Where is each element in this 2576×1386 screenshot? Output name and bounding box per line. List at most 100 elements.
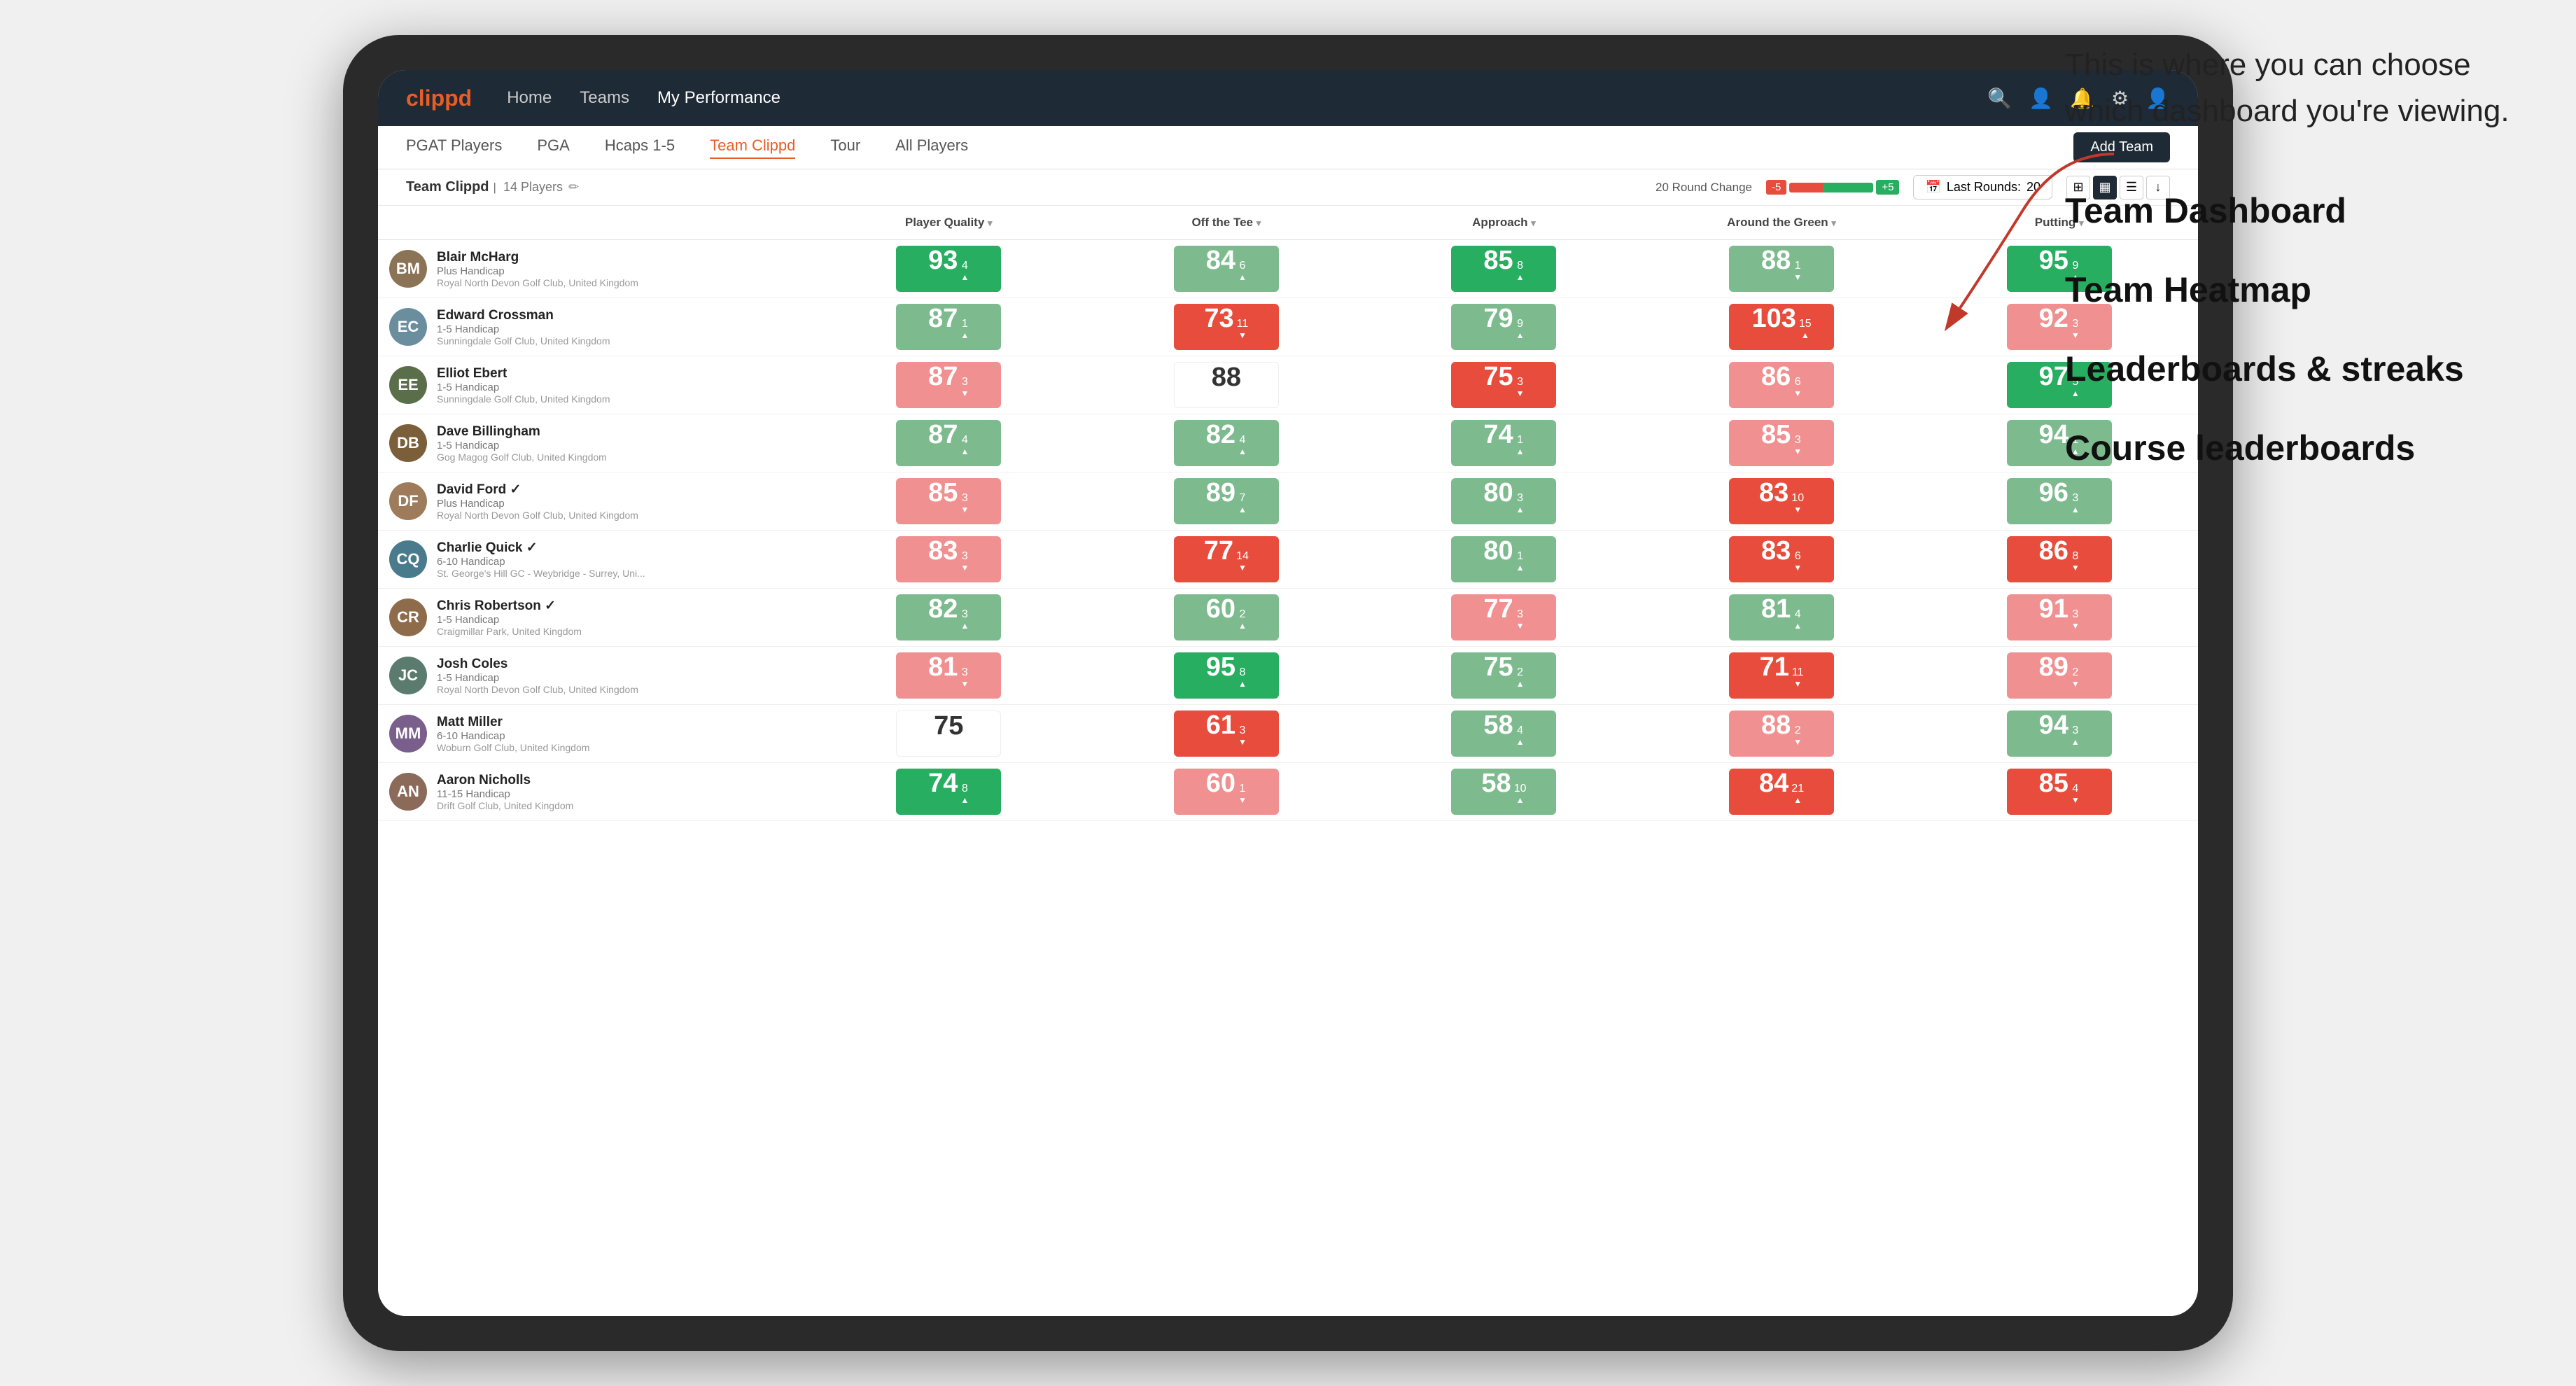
- nav-link-teams[interactable]: Teams: [580, 88, 629, 108]
- change-bar-visual: [1789, 183, 1873, 192]
- score-cell-approach: 753▼: [1365, 356, 1643, 414]
- calendar-icon: 📅: [1925, 180, 1940, 195]
- player-name: Charlie Quick ✓: [437, 540, 645, 556]
- table-row[interactable]: BMBlair McHargPlus HandicapRoyal North D…: [378, 240, 2198, 298]
- score-cell-around_green: 853▼: [1643, 414, 1921, 472]
- score-value: 71: [1760, 652, 1789, 682]
- score-value: 88: [1761, 246, 1791, 276]
- player-club: Royal North Devon Golf Club, United King…: [437, 277, 638, 288]
- nav-link-my-performance[interactable]: My Performance: [657, 88, 780, 108]
- score-cell-off_tee: 613▼: [1088, 705, 1366, 763]
- change-bar: -5 +5: [1766, 180, 1899, 195]
- table-row[interactable]: CQCharlie Quick ✓6-10 HandicapSt. George…: [378, 531, 2198, 589]
- score-cell-approach: 803▲: [1365, 472, 1643, 531]
- score-cell-player_quality: 871▲: [810, 298, 1088, 356]
- player-cell: JCJosh Coles1-5 HandicapRoyal North Devo…: [378, 647, 810, 705]
- table-row[interactable]: EEElliot Ebert1-5 HandicapSunningdale Go…: [378, 356, 2198, 414]
- table-row[interactable]: CRChris Robertson ✓1-5 HandicapCraigmill…: [378, 589, 2198, 647]
- player-handicap: 1-5 Handicap: [437, 440, 607, 451]
- col-header-around-green[interactable]: Around the Green ▾: [1643, 206, 1921, 240]
- table-row[interactable]: JCJosh Coles1-5 HandicapRoyal North Devo…: [378, 647, 2198, 705]
- score-value: 77: [1483, 594, 1513, 624]
- team-bar: Team Clippd | 14 Players ✏ 20 Round Chan…: [378, 169, 2198, 206]
- team-name: Team Clippd: [406, 179, 489, 195]
- score-cell-around_green: 836▼: [1643, 531, 1921, 589]
- score-value: 92: [2039, 304, 2068, 334]
- change-neg: -5: [1766, 180, 1786, 195]
- score-value: 73: [1204, 304, 1233, 334]
- player-handicap: 11-15 Handicap: [437, 788, 573, 800]
- player-handicap: 1-5 Handicap: [437, 382, 610, 393]
- score-value: 75: [934, 711, 963, 741]
- team-player-count: 14 Players: [503, 180, 563, 195]
- score-value: 81: [1761, 594, 1791, 624]
- player-avatar: CQ: [389, 540, 427, 578]
- sub-nav-all-players[interactable]: All Players: [895, 136, 968, 159]
- player-club: Sunningdale Golf Club, United Kingdom: [437, 393, 610, 405]
- score-delta: 3▼: [1516, 376, 1525, 398]
- player-name: Elliot Ebert: [437, 366, 610, 382]
- nav-logo: clippd: [406, 85, 472, 111]
- score-delta: 2▼: [1793, 724, 1802, 747]
- score-cell-off_tee: 824▲: [1088, 414, 1366, 472]
- score-value: 103: [1751, 304, 1795, 334]
- player-name: Matt Miller: [437, 715, 589, 730]
- table-row[interactable]: ANAaron Nicholls11-15 HandicapDrift Golf…: [378, 763, 2198, 821]
- score-cell-off_tee: 88: [1088, 356, 1366, 414]
- edit-icon[interactable]: ✏: [568, 180, 579, 195]
- score-cell-player_quality: 853▼: [810, 472, 1088, 531]
- search-icon[interactable]: 🔍: [1987, 87, 2012, 110]
- player-handicap: 6-10 Handicap: [437, 730, 589, 742]
- score-delta: 3▲: [2071, 724, 2080, 747]
- player-avatar: MM: [389, 715, 427, 752]
- sub-nav-team-clippd[interactable]: Team Clippd: [710, 136, 795, 159]
- tablet-frame: clippd Home Teams My Performance 🔍 👤 🔔 ⚙…: [343, 35, 2233, 1351]
- col-header-quality[interactable]: Player Quality ▾: [810, 206, 1088, 240]
- player-handicap: 1-5 Handicap: [437, 672, 638, 684]
- score-cell-approach: 773▼: [1365, 589, 1643, 647]
- player-avatar: CR: [389, 598, 427, 636]
- score-cell-around_green: 881▼: [1643, 240, 1921, 298]
- score-delta: 4▲: [1516, 724, 1525, 747]
- table-row[interactable]: MMMatt Miller6-10 HandicapWoburn Golf Cl…: [378, 705, 2198, 763]
- score-cell-approach: 752▲: [1365, 647, 1643, 705]
- score-delta: 2▲: [1238, 608, 1247, 631]
- player-cell: DBDave Billingham1-5 HandicapGog Magog G…: [378, 414, 810, 472]
- score-value: 91: [2039, 594, 2068, 624]
- nav-link-home[interactable]: Home: [507, 88, 552, 108]
- player-cell: EEElliot Ebert1-5 HandicapSunningdale Go…: [378, 356, 810, 414]
- score-value: 89: [1206, 478, 1236, 508]
- score-delta: 4▲: [1238, 434, 1247, 456]
- user-icon[interactable]: 👤: [2029, 87, 2053, 110]
- player-club: Sunningdale Golf Club, United Kingdom: [437, 335, 610, 346]
- score-delta: 21▲: [1791, 783, 1804, 805]
- table-row[interactable]: DBDave Billingham1-5 HandicapGog Magog G…: [378, 414, 2198, 472]
- score-value: 58: [1481, 769, 1511, 799]
- score-delta: 14▼: [1236, 550, 1249, 573]
- col-header-approach[interactable]: Approach ▾: [1365, 206, 1643, 240]
- score-delta: 4▼: [2071, 783, 2080, 805]
- table-row[interactable]: ECEdward Crossman1-5 HandicapSunningdale…: [378, 298, 2198, 356]
- score-cell-around_green: 8310▼: [1643, 472, 1921, 531]
- sub-nav-pgat[interactable]: PGAT Players: [406, 136, 502, 159]
- score-value: 85: [1761, 420, 1791, 450]
- score-cell-player_quality: 874▲: [810, 414, 1088, 472]
- score-cell-off_tee: 73 11▼: [1088, 298, 1366, 356]
- sub-nav-hcaps[interactable]: Hcaps 1-5: [605, 136, 675, 159]
- score-cell-approach: 584▲: [1365, 705, 1643, 763]
- annotation-menu-list: Team Dashboard Team Heatmap Leaderboards…: [2065, 190, 2555, 468]
- score-cell-player_quality: 823▲: [810, 589, 1088, 647]
- sub-nav-pga[interactable]: PGA: [537, 136, 569, 159]
- player-avatar: DB: [389, 424, 427, 462]
- sub-nav-tour[interactable]: Tour: [830, 136, 860, 159]
- score-delta: 11▼: [1237, 318, 1249, 340]
- table-row[interactable]: DFDavid Ford ✓Plus HandicapRoyal North D…: [378, 472, 2198, 531]
- score-cell-approach: 741▲: [1365, 414, 1643, 472]
- last-rounds-button[interactable]: 📅 Last Rounds: 20: [1913, 175, 2052, 200]
- score-value: 60: [1206, 769, 1236, 799]
- sub-nav: PGAT Players PGA Hcaps 1-5 Team Clippd T…: [378, 126, 2198, 169]
- score-delta: 4▲: [1793, 608, 1802, 631]
- col-header-off-tee[interactable]: Off the Tee ▾: [1088, 206, 1366, 240]
- score-cell-putting: 868▼: [1920, 531, 2198, 589]
- player-name: Edward Crossman: [437, 308, 610, 323]
